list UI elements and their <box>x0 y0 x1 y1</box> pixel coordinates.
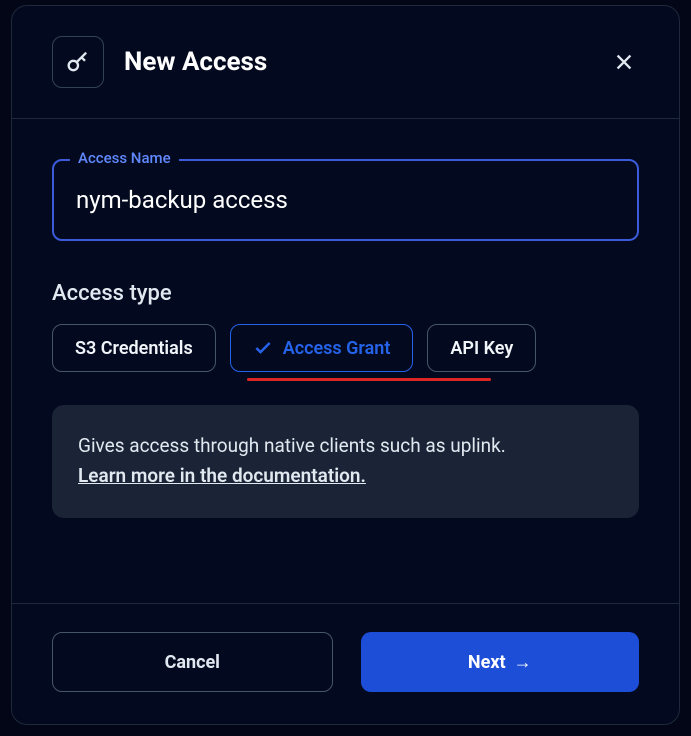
type-option-label: S3 Credentials <box>75 338 193 359</box>
new-access-modal: New Access Access Name Access type S3 Cr… <box>11 5 680 725</box>
key-icon-box <box>52 36 104 88</box>
modal-header: New Access <box>12 6 679 119</box>
learn-more-link[interactable]: Learn more in the documentation. <box>78 464 366 487</box>
close-icon <box>613 51 635 73</box>
type-option-label: Access Grant <box>283 338 391 359</box>
arrow-right-icon: → <box>514 652 532 673</box>
type-option-access-grant[interactable]: Access Grant <box>230 324 414 372</box>
modal-footer: Cancel Next → <box>12 603 679 724</box>
cancel-label: Cancel <box>165 652 220 673</box>
info-text: Gives access through native clients such… <box>78 431 613 492</box>
access-name-label: Access Name <box>70 149 179 167</box>
access-name-group: Access Name <box>52 159 639 241</box>
cancel-button[interactable]: Cancel <box>52 632 333 692</box>
check-icon <box>253 338 273 358</box>
key-icon <box>64 48 92 76</box>
access-type-label: Access type <box>52 281 639 306</box>
info-description: Gives access through native clients such… <box>78 434 506 457</box>
info-box: Gives access through native clients such… <box>52 405 639 518</box>
next-button[interactable]: Next → <box>361 632 640 692</box>
type-option-api-key[interactable]: API Key <box>427 324 536 372</box>
next-label: Next <box>468 652 506 673</box>
highlight-underline <box>247 378 491 381</box>
type-option-s3-credentials[interactable]: S3 Credentials <box>52 324 216 372</box>
close-button[interactable] <box>604 42 644 82</box>
type-option-label: API Key <box>450 338 513 359</box>
modal-body: Access Name Access type S3 Credentials A… <box>12 119 679 603</box>
access-name-input[interactable] <box>52 159 639 241</box>
modal-title: New Access <box>124 47 267 77</box>
access-type-options: S3 Credentials Access Grant API Key <box>52 324 639 372</box>
header-left: New Access <box>52 36 267 88</box>
